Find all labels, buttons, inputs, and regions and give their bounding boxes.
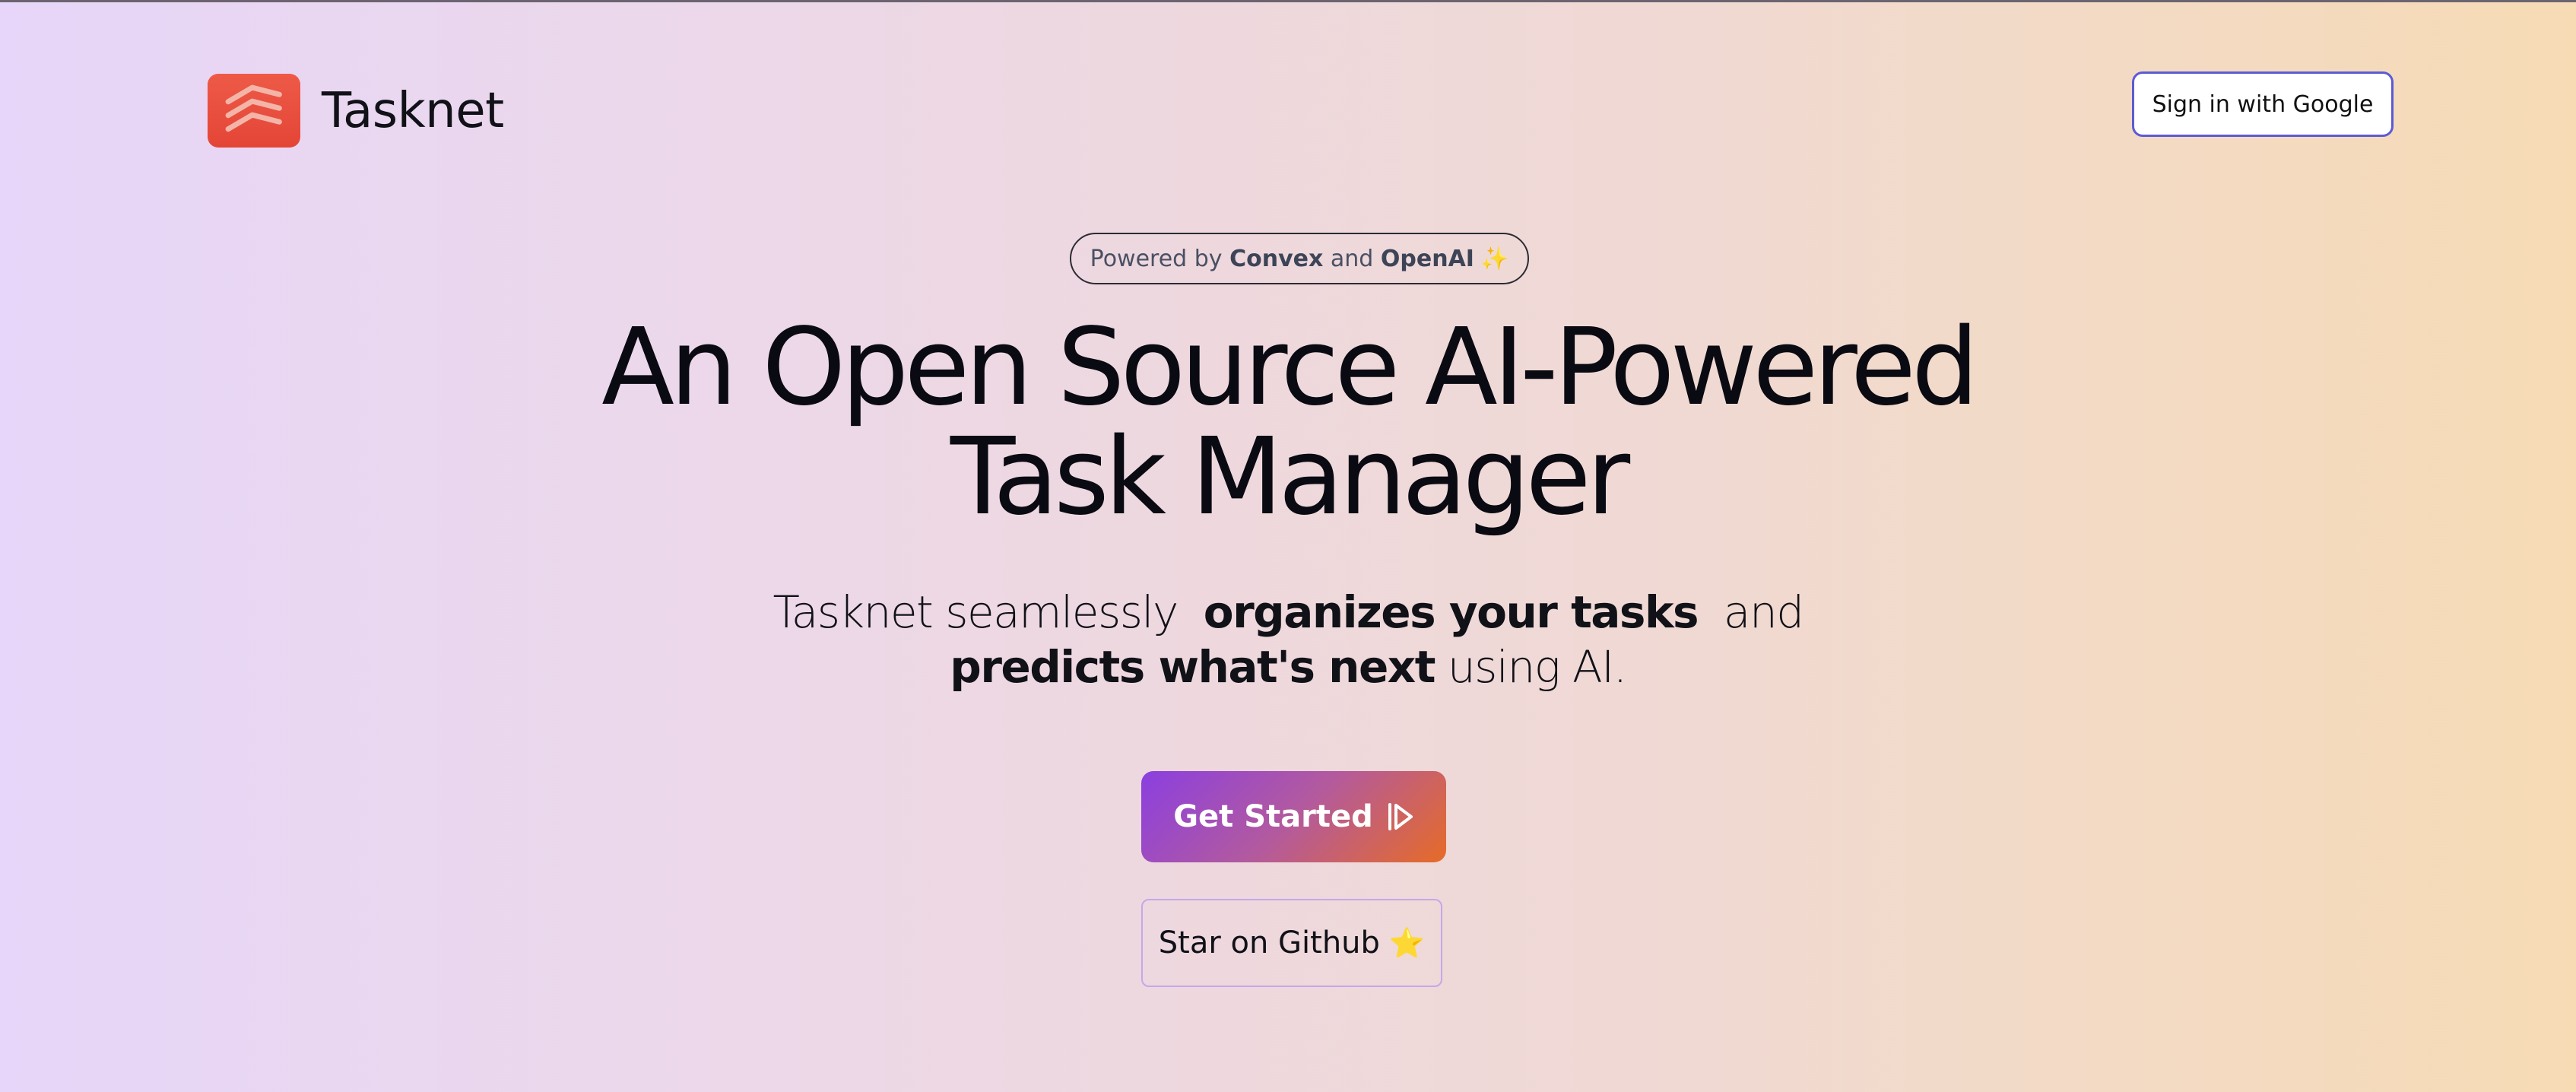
hero-sub-bold-1: organizes your tasks [1203,586,1699,638]
hero-title-line-2: Task Manager [950,415,1630,539]
get-started-button[interactable]: Get Started [1141,771,1446,862]
badge-prefix: Powered by [1090,245,1223,272]
window-top-border [0,0,2576,2]
star-on-github-button[interactable]: Star on Github ⭐ [1141,899,1442,987]
sparkles-icon: ✨ [1480,245,1509,272]
hero-sub-part-1: Tasknet seamlessly [772,586,1179,638]
get-started-label: Get Started [1173,799,1373,834]
hero-sub-part-3: using AI. [1447,641,1627,693]
powered-by-badge: Powered by Convex and OpenAI ✨ [1070,233,1529,284]
github-label: Star on Github [1158,925,1380,960]
hero-title: An Open Source AI-Powered Task Manager [0,313,2576,532]
brand-name: Tasknet [322,82,504,139]
brand[interactable]: Tasknet [208,74,504,148]
hero-title-line-1: An Open Source AI-Powered [601,306,1979,430]
star-icon: ⭐ [1388,925,1426,960]
stacked-layers-icon [208,74,300,148]
badge-joiner: and [1330,245,1374,272]
play-forward-icon [1387,802,1414,832]
badge-convex: Convex [1229,245,1324,272]
hero-sub-bold-2: predicts what's next [950,641,1436,693]
hero-subtitle: Tasknet seamlessly organizes your tasks … [0,585,2576,694]
sign-in-with-google-button[interactable]: Sign in with Google [2132,71,2394,137]
badge-openai: OpenAI [1380,245,1474,272]
hero-sub-part-2: and [1723,586,1804,638]
